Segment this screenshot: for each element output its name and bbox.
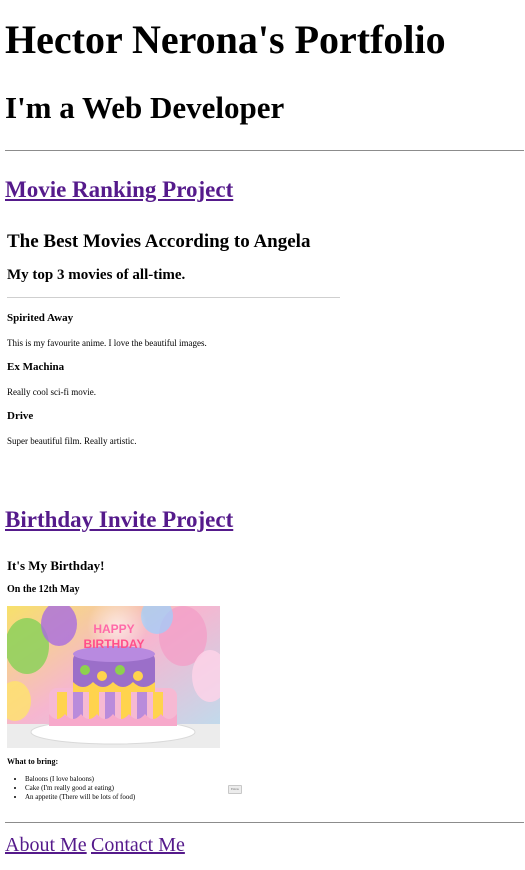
movie-ranking-preview[interactable]: The Best Movies According to Angela My t…	[7, 228, 341, 458]
list-item: An appetite (There will be lots of food)	[25, 793, 135, 802]
birthday-invite-preview[interactable]: It's My Birthday! On the 12th May HAPPY …	[7, 556, 247, 806]
movie-preview-subtitle: My top 3 movies of all-time.	[7, 267, 186, 283]
contact-me-link[interactable]: Contact Me	[91, 833, 185, 857]
movie-title: Ex Machina	[7, 361, 65, 373]
movie-preview-title: The Best Movies According to Angela	[7, 231, 311, 252]
birthday-invite-project-link[interactable]: Birthday Invite Project	[5, 506, 233, 534]
page-subtitle: I'm a Web Developer	[5, 90, 285, 125]
bring-items-list: Baloons (I love baloons) Cake (I'm reall…	[17, 775, 135, 802]
svg-text:HAPPY: HAPPY	[93, 622, 134, 636]
svg-text:BIRTHDAY: BIRTHDAY	[84, 637, 145, 651]
what-to-bring-heading: What to bring:	[7, 757, 59, 766]
list-item: Baloons (I love baloons)	[25, 775, 135, 784]
movie-description: Really cool sci-fi movie.	[7, 387, 96, 397]
about-me-link[interactable]: About Me	[5, 833, 87, 857]
header-divider	[5, 150, 524, 151]
movie-title: Spirited Away	[7, 312, 74, 324]
movie-ranking-project-link[interactable]: Movie Ranking Project	[5, 176, 233, 204]
portfolio-page: Hector Nerona's Portfolio I'm a Web Deve…	[0, 0, 525, 870]
movie-preview-divider	[7, 297, 340, 298]
list-item: Cake (I'm really good at eating)	[25, 784, 135, 793]
movie-title: Drive	[7, 410, 34, 422]
movie-description: Super beautiful film. Really artistic.	[7, 436, 137, 446]
birthday-preview-date: On the 12th May	[7, 584, 80, 595]
birthday-cake-image: HAPPY BIRTHDAY	[7, 606, 220, 748]
footer-divider	[5, 822, 524, 823]
birthday-preview-title: It's My Birthday!	[7, 558, 105, 573]
movie-description: This is my favourite anime. I love the b…	[7, 338, 207, 348]
page-title: Hector Nerona's Portfolio	[5, 17, 446, 62]
preview-tiny-button[interactable]: Extras	[228, 785, 242, 794]
